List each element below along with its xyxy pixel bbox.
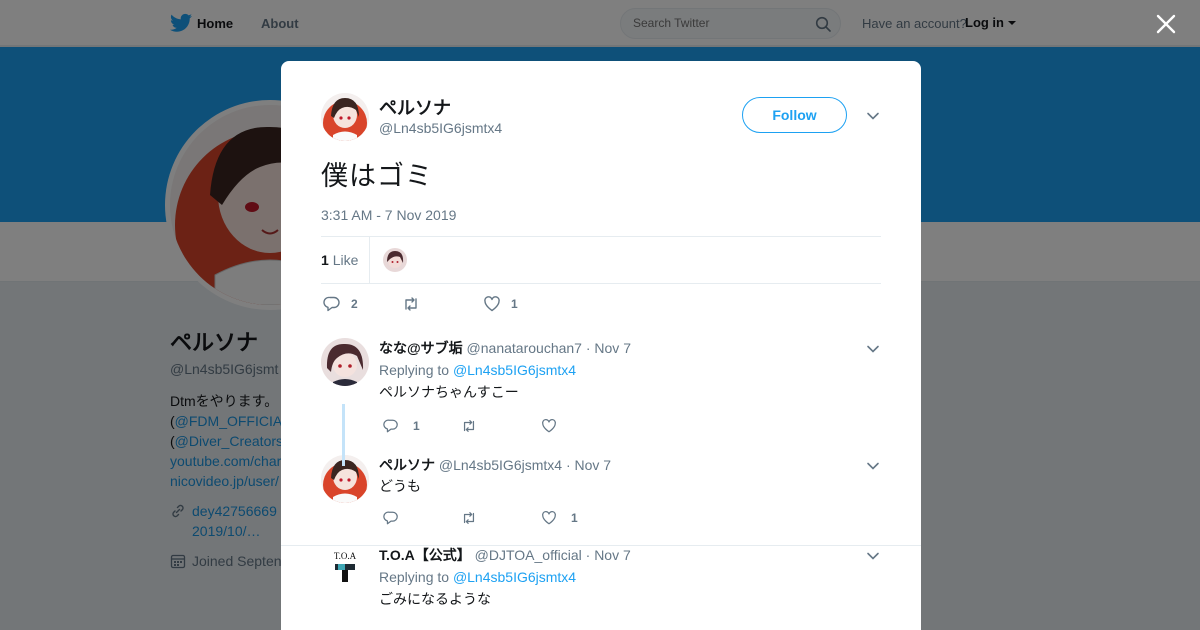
heart-icon bbox=[484, 296, 500, 312]
tweet-header: ペルソナ @Ln4sb5IG6jsmtx4 Follow bbox=[321, 93, 881, 145]
replying-to-label: Replying to bbox=[379, 569, 450, 585]
liker-avatar-image bbox=[383, 248, 407, 272]
like-count: 1 bbox=[511, 297, 518, 311]
avatar[interactable] bbox=[321, 338, 369, 386]
reply-text: どうも bbox=[379, 478, 421, 494]
reply-action[interactable] bbox=[383, 502, 413, 534]
reply-count: 2 bbox=[351, 297, 358, 311]
reply-author-name[interactable]: ペルソナ bbox=[379, 457, 435, 473]
reply-header: なな@サブ垢 @nanatarouchan7 · Nov 7 bbox=[379, 338, 881, 358]
tweet-stats: 1 Like bbox=[321, 236, 881, 284]
close-icon[interactable] bbox=[1155, 13, 1177, 35]
reply-text: ごみになるような bbox=[379, 591, 491, 607]
avatar-image: T.O.A bbox=[321, 545, 369, 593]
reply-action[interactable]: 1 bbox=[383, 410, 420, 442]
likes-label: Like bbox=[332, 252, 359, 268]
heart-icon bbox=[542, 418, 556, 433]
reply-author-name[interactable]: なな@サブ垢 bbox=[379, 340, 463, 356]
reply-actions: 1 bbox=[379, 410, 881, 442]
reply-header: ペルソナ @Ln4sb5IG6jsmtx4 · Nov 7 bbox=[379, 455, 881, 475]
tweet-author-name[interactable]: ペルソナ bbox=[379, 94, 451, 120]
like-action[interactable]: 1 bbox=[483, 284, 518, 324]
avatar[interactable]: T.O.A bbox=[321, 545, 369, 593]
liker-avatar[interactable] bbox=[383, 248, 407, 272]
reply-icon bbox=[323, 296, 340, 312]
replying-to-link[interactable]: @Ln4sb5IG6jsmtx4 bbox=[453, 362, 576, 378]
retweet-action[interactable] bbox=[461, 410, 491, 442]
chevron-down-icon[interactable] bbox=[866, 342, 880, 356]
reply-author-handle[interactable]: @nanatarouchan7 bbox=[467, 340, 582, 356]
replies-list: なな@サブ垢 @nanatarouchan7 · Nov 7 Replying … bbox=[281, 338, 921, 630]
avatar[interactable] bbox=[321, 93, 369, 141]
avatar-image bbox=[321, 93, 369, 141]
reply-date[interactable]: · Nov 7 bbox=[586, 547, 631, 563]
avatar-image bbox=[321, 455, 369, 503]
replying-to-label: Replying to bbox=[379, 362, 450, 378]
chevron-down-icon[interactable] bbox=[866, 109, 880, 123]
replying-to: Replying to @Ln4sb5IG6jsmtx4 bbox=[379, 362, 881, 378]
reply-author-handle[interactable]: @Ln4sb5IG6jsmtx4 bbox=[439, 457, 562, 473]
replying-to-link[interactable]: @Ln4sb5IG6jsmtx4 bbox=[453, 569, 576, 585]
reply-tweet[interactable]: なな@サブ垢 @nanatarouchan7 · Nov 7 Replying … bbox=[281, 338, 921, 455]
chevron-down-icon[interactable] bbox=[866, 549, 880, 563]
retweet-action[interactable] bbox=[461, 502, 491, 534]
reply-actions: 1 bbox=[379, 502, 881, 534]
reply-tweet[interactable]: T.O.A T.O.A【公式】 @DJTOA_official · Nov 7 … bbox=[281, 545, 921, 630]
thread-divider bbox=[281, 545, 921, 546]
like-count: 1 bbox=[571, 511, 578, 525]
reply-text: ペルソナちゃんすこー bbox=[379, 384, 519, 400]
retweet-action[interactable] bbox=[402, 284, 430, 324]
reply-author-name[interactable]: T.O.A【公式】 bbox=[379, 547, 471, 563]
retweet-icon bbox=[463, 512, 475, 524]
thread-connector bbox=[342, 404, 345, 466]
likes-count: 1 bbox=[321, 252, 329, 268]
tweet-modal: ペルソナ @Ln4sb5IG6jsmtx4 Follow 僕はゴミ 3:31 A… bbox=[281, 61, 921, 630]
retweet-icon bbox=[463, 420, 475, 432]
stats-divider bbox=[369, 237, 370, 283]
like-action[interactable] bbox=[541, 410, 571, 442]
reply-date[interactable]: · Nov 7 bbox=[586, 340, 631, 356]
tweet-actions: 2 1 bbox=[321, 284, 881, 324]
follow-button[interactable]: Follow bbox=[742, 97, 847, 133]
avatar-logo-text: T.O.A bbox=[334, 551, 357, 561]
like-action[interactable]: 1 bbox=[541, 502, 578, 534]
reply-count: 1 bbox=[413, 419, 420, 433]
tweet-author-handle[interactable]: @Ln4sb5IG6jsmtx4 bbox=[379, 120, 502, 136]
avatar[interactable] bbox=[321, 455, 369, 503]
replying-to: Replying to @Ln4sb5IG6jsmtx4 bbox=[379, 569, 881, 585]
reply-author-handle[interactable]: @DJTOA_official bbox=[475, 547, 582, 563]
reply-tweet[interactable]: ペルソナ @Ln4sb5IG6jsmtx4 · Nov 7 どうも 1 bbox=[281, 455, 921, 545]
reply-date[interactable]: · Nov 7 bbox=[566, 457, 611, 473]
tweet-text: 僕はゴミ bbox=[321, 161, 433, 191]
likes-stat[interactable]: 1 Like bbox=[321, 252, 358, 268]
reply-action[interactable]: 2 bbox=[323, 284, 358, 324]
chevron-down-icon[interactable] bbox=[866, 459, 880, 473]
tweet-timestamp[interactable]: 3:31 AM - 7 Nov 2019 bbox=[321, 207, 881, 223]
retweet-icon bbox=[405, 297, 417, 311]
avatar-image bbox=[321, 338, 369, 386]
heart-icon bbox=[542, 510, 556, 525]
reply-icon bbox=[383, 511, 398, 525]
reply-header: T.O.A【公式】 @DJTOA_official · Nov 7 bbox=[379, 545, 881, 565]
reply-icon bbox=[383, 419, 398, 433]
